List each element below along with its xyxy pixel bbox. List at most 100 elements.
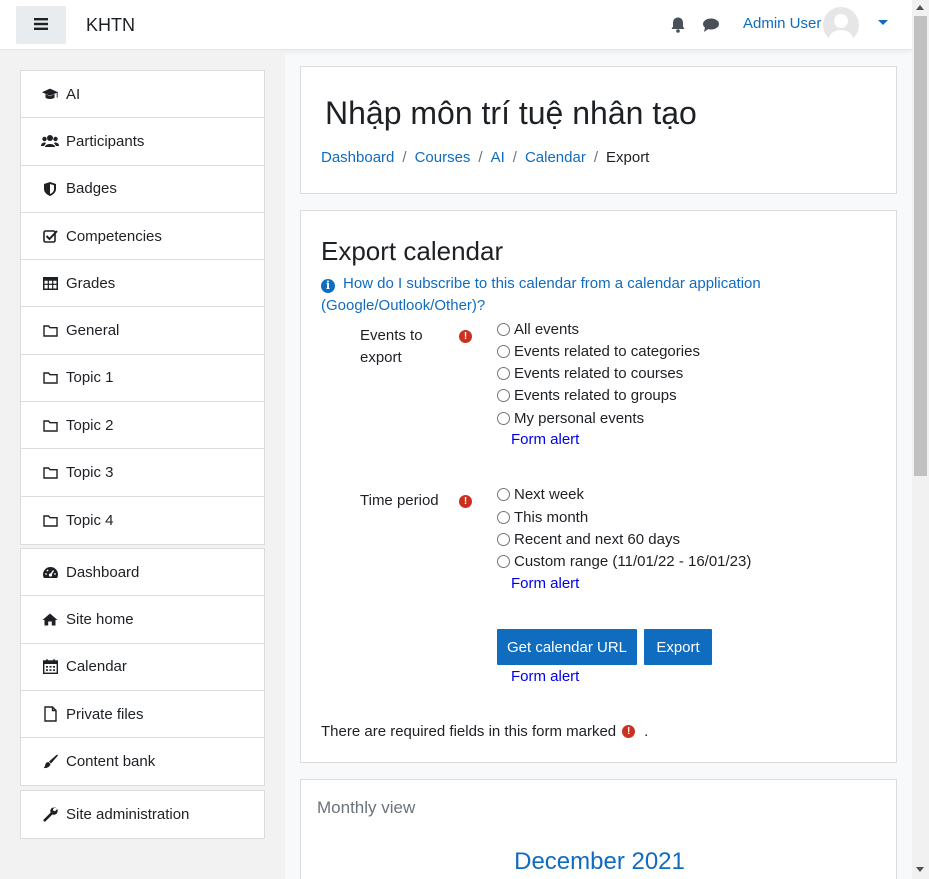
user-name[interactable]: Admin User [743,15,821,32]
radio-button[interactable] [497,388,510,402]
sidebar-item-topic-1[interactable]: Topic 1 [21,355,264,403]
page-title: Nhập môn trí tuệ nhân tạo [325,95,697,131]
sidebar-item-label: Content bank [66,753,156,771]
users-icon [41,133,59,149]
radio-events-courses[interactable]: Events related to courses [497,362,683,384]
radio-button[interactable] [497,322,510,336]
export-calendar-card: Export calendar i How do I subscribe to t… [300,210,897,763]
breadcrumb-courses[interactable]: Courses [415,149,471,166]
radio-label: This month [514,508,589,526]
time-period-label: Time period [360,492,439,509]
sidebar-item-label: Grades [66,274,116,292]
radio-button[interactable] [497,411,510,425]
breadcrumb-separator: / [402,149,407,166]
radio-button[interactable] [497,554,510,568]
breadcrumb: Dashboard / Courses / AI / Calendar / Ex… [321,149,649,166]
required-fields-note: There are required fields in this form m… [321,723,648,740]
caret-down-icon[interactable] [878,20,888,25]
top-navbar: KHTN Admin User [0,0,912,50]
sidebar-item-participants[interactable]: Participants [21,118,264,166]
wrench-icon [41,807,59,823]
avatar[interactable] [823,7,859,43]
graduation-cap-icon [41,86,59,102]
sidebar-item-content-bank[interactable]: Content bank [21,738,264,785]
menu-toggle-button[interactable] [16,6,66,44]
subscribe-help-link[interactable]: i How do I subscribe to this calendar fro… [321,273,781,317]
sidebar-item-calendar[interactable]: Calendar [21,644,264,691]
breadcrumb-dashboard[interactable]: Dashboard [321,149,394,166]
radio-button[interactable] [497,344,510,358]
page-scrollbar[interactable] [912,0,929,879]
sidebar-item-label: Participants [66,132,145,150]
required-icon: ! [622,725,636,738]
sidebar-item-label: Site home [66,610,134,628]
sidebar-item-label: Site administration [66,806,190,824]
radio-custom-range[interactable]: Custom range (11/01/22 - 16/01/23) [497,550,751,572]
radio-button[interactable] [497,487,510,501]
scroll-down-arrow-icon[interactable] [916,867,924,872]
calendar-icon [41,659,59,675]
radio-all-events[interactable]: All events [497,318,579,340]
breadcrumb-ai[interactable]: AI [491,149,505,166]
sidebar-item-private-files[interactable]: Private files [21,691,264,739]
sidebar-item-dashboard[interactable]: Dashboard [21,549,264,597]
bell-icon[interactable] [670,16,686,37]
sidebar-item-competencies[interactable]: Competencies [21,213,264,261]
sidebar-item-topic-4[interactable]: Topic 4 [21,497,264,544]
required-icon: ! [459,330,472,343]
sidebar-item-topic-3[interactable]: Topic 3 [21,449,264,497]
brush-icon [41,754,59,770]
breadcrumb-calendar[interactable]: Calendar [525,149,586,166]
scroll-thumb[interactable] [914,16,927,476]
file-icon [41,706,59,722]
sidebar-item-ai[interactable]: AI [21,71,264,119]
breadcrumb-separator: / [478,149,483,166]
table-icon [41,275,59,291]
export-button[interactable]: Export [644,629,712,665]
radio-events-categories[interactable]: Events related to categories [497,340,700,362]
sidebar-item-general[interactable]: General [21,307,264,355]
nav-drawer: AI Participants Badges Competencies Grad… [0,51,285,879]
subscribe-help-text[interactable]: How do I subscribe to this calendar from… [321,275,761,314]
breadcrumb-separator: / [512,149,517,166]
radio-this-month[interactable]: This month [497,506,588,528]
radio-recent-next-60-days[interactable]: Recent and next 60 days [497,528,680,550]
folder-icon [41,370,59,386]
current-month-link[interactable]: December 2021 [301,848,898,876]
home-icon [41,611,59,627]
info-icon: i [321,279,335,293]
sidebar-item-label: Competencies [66,227,162,245]
radio-next-week[interactable]: Next week [497,483,584,505]
sidebar-item-label: Topic 4 [66,511,114,529]
sidebar-item-label: AI [66,85,81,103]
radio-events-groups[interactable]: Events related to groups [497,384,677,406]
sidebar-item-site-administration[interactable]: Site administration [21,791,264,838]
page-header-card: Nhập môn trí tuệ nhân tạo Dashboard / Co… [300,66,897,194]
menu-icon [34,17,48,34]
export-calendar-title: Export calendar [321,236,504,266]
sidebar-item-label: Badges [66,180,117,198]
course-nav-group: AI Participants Badges Competencies Grad… [20,70,265,545]
site-nav-group: Dashboard Site home Calendar Private fil… [20,548,265,787]
chat-icon[interactable] [702,17,720,37]
radio-button[interactable] [497,366,510,380]
radio-label: Recent and next 60 days [514,530,680,548]
sidebar-item-site-home[interactable]: Site home [21,596,264,644]
radio-label: Next week [514,485,585,503]
radio-label: All events [514,320,580,338]
sidebar-item-label: General [66,322,120,340]
sidebar-item-badges[interactable]: Badges [21,166,264,213]
radio-label: Events related to groups [514,386,677,404]
sidebar-item-grades[interactable]: Grades [21,260,264,308]
get-calendar-url-button[interactable]: Get calendar URL [497,629,637,665]
site-name[interactable]: KHTN [86,15,135,36]
scroll-up-arrow-icon[interactable] [916,5,924,10]
radio-button[interactable] [497,510,510,524]
sidebar-item-topic-2[interactable]: Topic 2 [21,402,264,450]
sidebar-item-label: Calendar [66,658,127,676]
events-to-export-label: Events to export [360,327,423,366]
required-note-text: There are required fields in this form m… [321,723,617,740]
sidebar-item-label: Topic 1 [66,369,114,387]
radio-personal-events[interactable]: My personal events [497,407,644,429]
radio-button[interactable] [497,532,510,546]
